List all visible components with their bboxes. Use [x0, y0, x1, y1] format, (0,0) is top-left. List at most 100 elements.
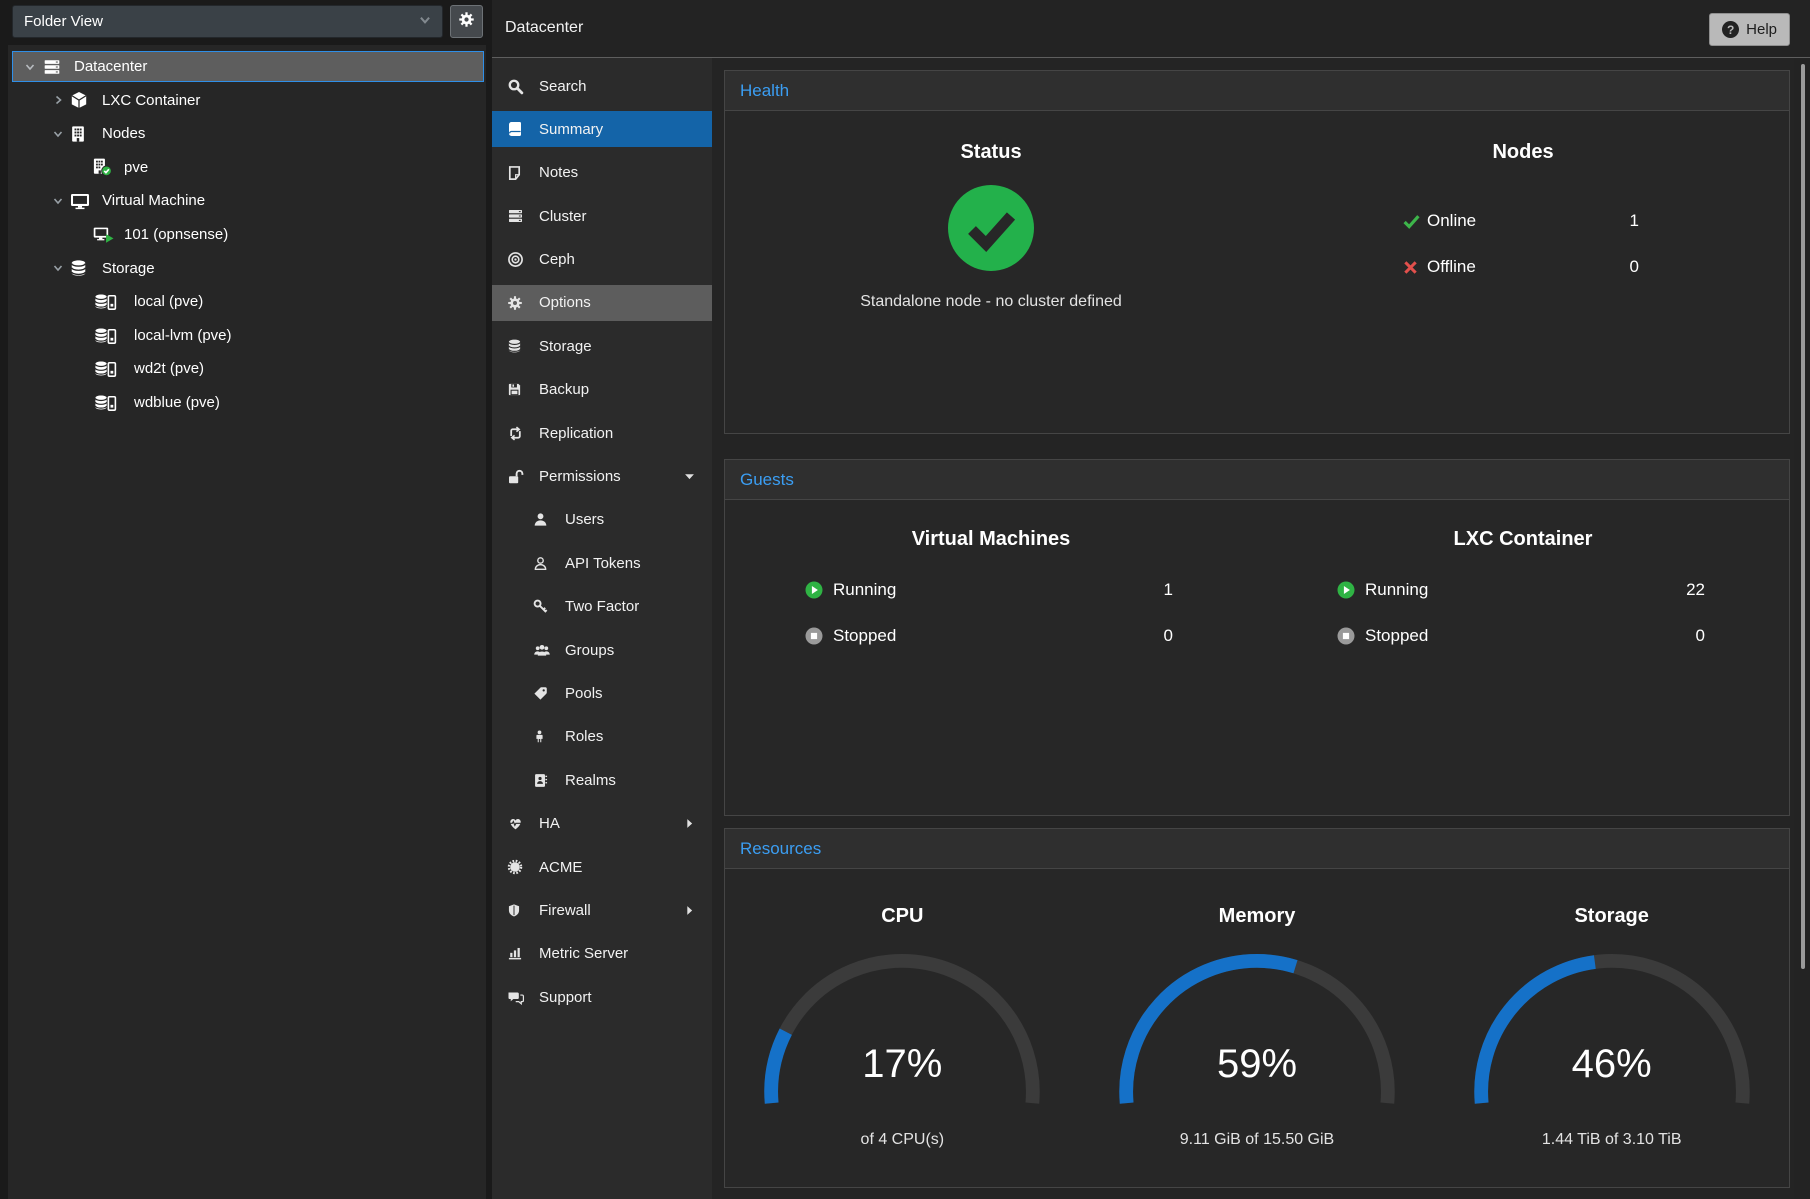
- stopped-icon: [805, 627, 833, 645]
- menu-item-backup[interactable]: Backup: [492, 372, 712, 408]
- storage-item-icon: [91, 326, 127, 344]
- cpu-sublabel: of 4 CPU(s): [725, 1131, 1080, 1149]
- help-button[interactable]: ? Help: [1709, 13, 1790, 46]
- tree-item-vm-101[interactable]: 101 (opnsense): [12, 219, 484, 250]
- summary-content: Health Status Standalone node - no clust…: [712, 58, 1794, 1199]
- health-section-title: Health: [725, 71, 1789, 111]
- expand-chevron-icon[interactable]: [49, 93, 67, 107]
- scrollbar-thumb[interactable]: [1801, 64, 1805, 969]
- tree-toolbar: Folder View: [0, 0, 486, 45]
- collapse-chevron-icon[interactable]: [49, 127, 67, 141]
- vm-running-value: 1: [1164, 580, 1177, 600]
- storage-item-icon: [91, 360, 127, 378]
- cpu-gauge: 17%: [764, 954, 1040, 1111]
- menu-item-firewall[interactable]: Firewall: [492, 892, 712, 928]
- content-scrollbar[interactable]: [1794, 58, 1810, 1199]
- tree-item-lxc-container[interactable]: LXC Container: [12, 85, 484, 116]
- menu-item-label: Realms: [565, 772, 616, 789]
- tree-item-label: local-lvm (pve): [134, 327, 232, 344]
- tree-item-storage-wd2t[interactable]: wd2t (pve): [12, 353, 484, 384]
- address-book-icon: [533, 772, 553, 789]
- menu-item-support[interactable]: Support: [492, 979, 712, 1015]
- user-outline-icon: [533, 555, 553, 572]
- memory-percent: 59%: [1119, 1042, 1395, 1087]
- menu-item-search[interactable]: Search: [492, 68, 712, 104]
- tree-item-storage-wdblue[interactable]: wdblue (pve): [12, 387, 484, 418]
- collapse-chevron-icon[interactable]: [21, 60, 39, 74]
- menu-item-ceph[interactable]: Ceph: [492, 242, 712, 278]
- monitor-icon: [69, 192, 95, 210]
- menu-item-replication[interactable]: Replication: [492, 415, 712, 451]
- stopped-icon: [1337, 627, 1365, 645]
- menu-item-groups[interactable]: Groups: [492, 632, 712, 668]
- menu-item-roles[interactable]: Roles: [492, 719, 712, 755]
- menu-item-summary[interactable]: Summary: [492, 111, 712, 147]
- tree-item-storage[interactable]: Storage: [12, 253, 484, 284]
- menu-item-label: Options: [539, 294, 591, 311]
- cpu-percent: 17%: [764, 1042, 1040, 1087]
- lxc-stopped-value: 0: [1696, 626, 1709, 646]
- storage-gauge: 46%: [1474, 954, 1750, 1111]
- menu-item-permissions[interactable]: Permissions: [492, 459, 712, 495]
- submenu-collapsed-icon[interactable]: [684, 818, 695, 829]
- tree-item-nodes[interactable]: Nodes: [12, 118, 484, 149]
- tree-item-label: 101 (opnsense): [124, 226, 228, 243]
- unlock-icon: [507, 468, 527, 485]
- menu-item-two-factor[interactable]: Two Factor: [492, 589, 712, 625]
- datacenter-menu: Search Summary Notes Cluster Ceph Option…: [492, 58, 712, 1199]
- menu-item-realms[interactable]: Realms: [492, 762, 712, 798]
- view-mode-select[interactable]: Folder View: [12, 5, 443, 38]
- cube-icon: [69, 91, 95, 109]
- menu-item-label: HA: [539, 815, 560, 832]
- menu-item-cluster[interactable]: Cluster: [492, 198, 712, 234]
- collapse-chevron-icon[interactable]: [49, 194, 67, 208]
- storage-sublabel: 1.44 TiB of 3.10 TiB: [1434, 1131, 1789, 1149]
- status-message: Standalone node - no cluster defined: [725, 293, 1257, 311]
- vm-running-row: Running 1: [805, 567, 1177, 613]
- tag-icon: [533, 685, 553, 702]
- nodes-offline-value: 0: [1630, 257, 1643, 277]
- menu-item-ha[interactable]: HA: [492, 806, 712, 842]
- menu-item-notes[interactable]: Notes: [492, 155, 712, 191]
- nodes-online-label: Online: [1427, 211, 1476, 231]
- tree-item-pve[interactable]: pve: [12, 152, 484, 183]
- vm-heading: Virtual Machines: [725, 528, 1257, 551]
- key-icon: [533, 598, 553, 615]
- bar-chart-icon: [507, 945, 527, 962]
- storage-item-icon: [91, 393, 127, 411]
- content-topbar: Datacenter ? Help: [492, 0, 1810, 58]
- menu-item-users[interactable]: Users: [492, 502, 712, 538]
- tree-item-storage-local-lvm[interactable]: local-lvm (pve): [12, 320, 484, 351]
- menu-item-options[interactable]: Options: [492, 285, 712, 321]
- tree-item-label: Storage: [102, 260, 155, 277]
- cpu-gauge-column: CPU 17% of 4 CPU(s): [725, 871, 1080, 1187]
- menu-item-label: Groups: [565, 642, 614, 659]
- tree-item-label: Datacenter: [74, 58, 147, 75]
- tree-item-label: wd2t (pve): [134, 360, 204, 377]
- storage-heading: Storage: [1434, 905, 1789, 928]
- menu-item-label: Ceph: [539, 251, 575, 268]
- tree-item-storage-local[interactable]: local (pve): [12, 286, 484, 317]
- view-mode-value: Folder View: [24, 13, 103, 30]
- question-circle-icon: ?: [1722, 21, 1739, 38]
- menu-item-storage[interactable]: Storage: [492, 328, 712, 364]
- tree-item-datacenter[interactable]: Datacenter: [12, 51, 484, 82]
- menu-item-metric-server[interactable]: Metric Server: [492, 936, 712, 972]
- menu-item-acme[interactable]: ACME: [492, 849, 712, 885]
- menu-item-pools[interactable]: Pools: [492, 675, 712, 711]
- menu-item-label: Firewall: [539, 902, 591, 919]
- storage-percent: 46%: [1474, 1042, 1750, 1087]
- collapse-chevron-icon[interactable]: [49, 261, 67, 275]
- submenu-expanded-icon[interactable]: [684, 471, 695, 482]
- menu-item-api-tokens[interactable]: API Tokens: [492, 545, 712, 581]
- sync-arrows-icon: [507, 425, 527, 442]
- server-stack-icon: [41, 58, 67, 76]
- chevron-down-icon: [418, 13, 432, 31]
- tree-item-virtual-machine[interactable]: Virtual Machine: [12, 185, 484, 216]
- submenu-collapsed-icon[interactable]: [684, 905, 695, 916]
- gear-icon: [507, 294, 527, 311]
- tree-settings-button[interactable]: [450, 5, 483, 38]
- seal-icon: [507, 859, 527, 876]
- vm-guests-column: Virtual Machines Running 1 Stopped 0: [725, 500, 1257, 815]
- building-icon: [69, 125, 95, 143]
